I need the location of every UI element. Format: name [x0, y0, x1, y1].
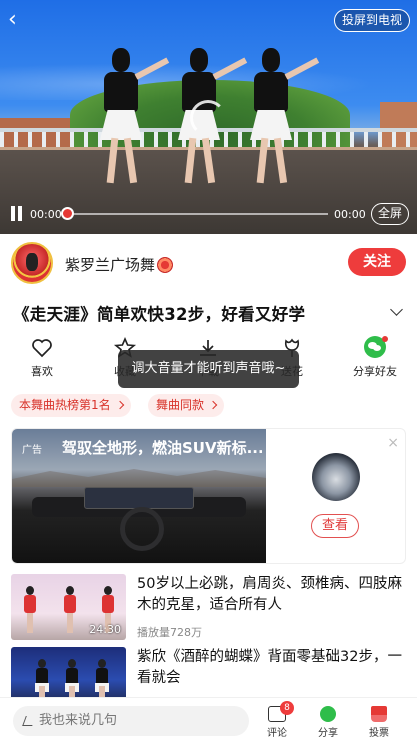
pencil-icon [22, 716, 36, 726]
video-title: 《走天涯》简单欢快32步，好看又好学 [13, 305, 306, 324]
bottom-bar: 我也来说几句 8 评论 分享 投票 [0, 697, 417, 741]
list-item-title: 50岁以上必跳，肩周炎、颈椎病、四肢麻木的克星，适合所有人 [137, 576, 402, 613]
ad-logo [312, 453, 360, 501]
total-time: 00:00 [334, 208, 366, 221]
comment-button[interactable]: 8 评论 [257, 701, 297, 739]
list-item-title: 紫欣《酒醉的蝴蝶》背面零基础32步，一看就会 [137, 649, 402, 686]
cast-to-tv-button[interactable]: 投屏到电视 [333, 9, 410, 32]
share-button[interactable]: 分享 [308, 706, 348, 739]
video-duration: 24:30 [89, 623, 121, 636]
vote-icon [371, 706, 387, 722]
vote-button[interactable]: 投票 [359, 706, 399, 739]
ad-image: 广告 驾驭全地形，燃油SUV新标... [12, 429, 266, 563]
chevron-down-icon[interactable] [390, 304, 404, 318]
loading-spinner-icon [190, 100, 226, 136]
fullscreen-button[interactable]: 全屏 [370, 203, 409, 225]
comment-input[interactable]: 我也来说几句 [13, 706, 249, 736]
avatar[interactable] [11, 242, 53, 284]
notification-dot [382, 336, 388, 342]
heart-icon [32, 339, 52, 358]
volume-toast: 调大音量才能听到声音哦~ [118, 350, 299, 388]
list-item[interactable]: 24:30 50岁以上必跳，肩周炎、颈椎病、四肢麻木的克星，适合所有人 播放量7… [11, 574, 406, 642]
video-thumbnail: 24:30 [11, 574, 126, 640]
tag-same-song[interactable]: 舞曲同款 [148, 394, 225, 417]
dancer-figure [242, 48, 320, 193]
ad-badge: 广告 [22, 445, 42, 456]
comment-count-badge: 8 [280, 701, 294, 715]
wechat-icon [320, 706, 336, 722]
chevron-right-icon [208, 400, 218, 410]
current-time: 00:00 [30, 208, 62, 221]
author-row: 紫罗兰广场舞 关注 [0, 234, 417, 292]
video-controls: 00:00 00:00 全屏 [0, 200, 417, 228]
share-friends-button[interactable]: 分享好友 [340, 336, 410, 379]
follow-button[interactable]: 关注 [348, 248, 406, 276]
like-button[interactable]: 喜欢 [7, 336, 77, 379]
tag-chart-rank[interactable]: 本舞曲热榜第1名 [11, 394, 131, 417]
ad-view-button[interactable]: 查看 [311, 514, 359, 538]
flower-icon [157, 257, 174, 273]
progress-track[interactable] [66, 213, 328, 215]
ad-card[interactable]: 广告 驾驭全地形，燃油SUV新标... × 查看 [11, 428, 406, 564]
chevron-right-icon [115, 400, 124, 410]
close-icon[interactable]: × [387, 435, 399, 451]
ad-title: 驾驭全地形，燃油SUV新标... [62, 439, 262, 457]
progress-knob[interactable] [61, 207, 74, 220]
back-icon[interactable]: ‹ [8, 9, 30, 32]
pause-icon[interactable] [10, 206, 24, 221]
video-player[interactable]: ‹ 投屏到电视 00:00 00:00 全屏 [0, 0, 417, 234]
dancer-figure [92, 48, 170, 193]
play-count: 播放量728万 [137, 626, 202, 639]
author-name: 紫罗兰广场舞 [65, 256, 156, 274]
